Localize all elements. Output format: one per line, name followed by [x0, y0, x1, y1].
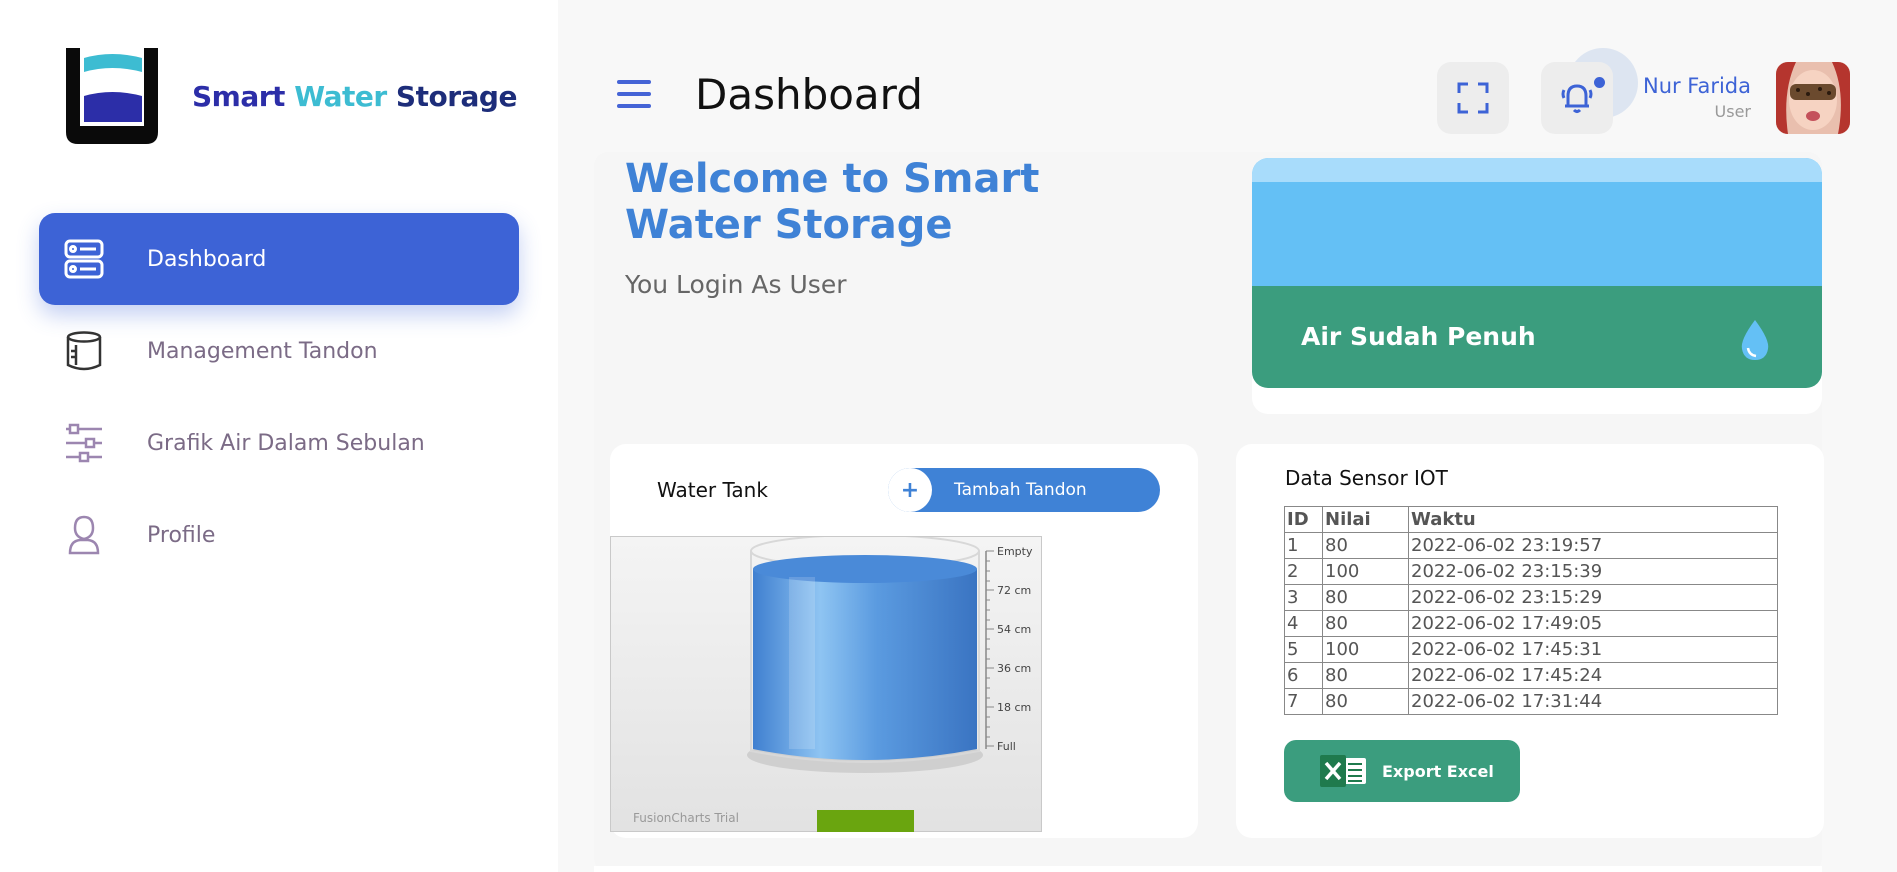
sidebar-item-label: Grafik Air Dalam Sebulan: [147, 430, 425, 456]
add-tank-button[interactable]: + Tambah Tandon: [888, 468, 1160, 512]
table-header-row: ID Nilai Waktu: [1284, 506, 1778, 533]
tank-scale-label: 54 cm: [997, 623, 1032, 636]
brand-logo-icon: [62, 46, 162, 146]
cell-id: 6: [1284, 662, 1323, 689]
sidebar-item-label: Management Tandon: [147, 338, 378, 364]
user-name[interactable]: Nur Farida: [1643, 74, 1751, 98]
page-title: Dashboard: [695, 70, 923, 119]
cell-nilai: 80: [1322, 688, 1409, 715]
export-excel-button[interactable]: Export Excel: [1284, 740, 1520, 802]
tank-scale-label: 18 cm: [997, 701, 1032, 714]
sidebar: Smart Water Storage Dashboard Management…: [0, 0, 558, 872]
table-row: 1 80 2022-06-02 23:19:57: [1284, 532, 1778, 559]
cell-nilai: 80: [1322, 532, 1409, 559]
tank-scale-label: 72 cm: [997, 584, 1032, 597]
column-header-nilai: Nilai: [1322, 506, 1409, 533]
table-row: 5 100 2022-06-02 17:45:31: [1284, 636, 1778, 663]
cell-waktu: 2022-06-02 17:49:05: [1408, 610, 1778, 637]
column-header-waktu: Waktu: [1408, 506, 1778, 533]
cylinder-icon: [59, 326, 109, 376]
bottom-card-edge: [594, 866, 1822, 872]
cell-waktu: 2022-06-02 23:15:39: [1408, 558, 1778, 585]
excel-icon: [1320, 755, 1368, 787]
sidebar-item-management-tandon[interactable]: Management Tandon: [39, 305, 519, 397]
bell-icon: [1561, 84, 1593, 113]
sensor-title: Data Sensor IOT: [1285, 466, 1448, 490]
water-surface: [1252, 158, 1822, 286]
column-header-id: ID: [1284, 506, 1323, 533]
tank-scale-label: Empty: [997, 545, 1033, 558]
cell-id: 3: [1284, 584, 1323, 611]
welcome-subtitle: You Login As User: [625, 270, 847, 299]
brand-word-water: Water: [294, 79, 387, 113]
brand-word-smart: Smart: [192, 79, 285, 113]
cell-nilai: 80: [1322, 662, 1409, 689]
sensor-table: ID Nilai Waktu 1 80 2022-06-02 23:19:57 …: [1284, 506, 1778, 715]
avatar[interactable]: [1776, 62, 1850, 134]
table-row: 3 80 2022-06-02 23:15:29: [1284, 584, 1778, 611]
cell-id: 4: [1284, 610, 1323, 637]
sidebar-item-profile[interactable]: Profile: [39, 489, 519, 581]
server-icon: [59, 234, 109, 284]
cell-nilai: 100: [1322, 636, 1409, 663]
tank-gauge-chart: Empty 72 cm 54 cm 36 cm 18 cm Full Fusio…: [610, 536, 1042, 832]
notification-dot: [1594, 77, 1605, 88]
table-row: 7 80 2022-06-02 17:31:44: [1284, 688, 1778, 715]
sidebar-item-dashboard[interactable]: Dashboard: [39, 213, 519, 305]
fullscreen-icon: [1457, 82, 1489, 114]
cell-id: 7: [1284, 688, 1323, 715]
water-status-card: Air Sudah Penuh: [1252, 158, 1822, 414]
fullscreen-button[interactable]: [1437, 62, 1509, 134]
cell-waktu: 2022-06-02 17:31:44: [1408, 688, 1778, 715]
table-row: 6 80 2022-06-02 17:45:24: [1284, 662, 1778, 689]
cell-waktu: 2022-06-02 17:45:31: [1408, 636, 1778, 663]
add-tank-label: Tambah Tandon: [954, 480, 1087, 500]
water-status-text: Air Sudah Penuh: [1301, 322, 1536, 351]
water-drop-icon: [1738, 318, 1772, 366]
cell-waktu: 2022-06-02 23:19:57: [1408, 532, 1778, 559]
welcome-title: Welcome to Smart Water Storage: [625, 156, 1040, 248]
plus-icon: +: [888, 468, 932, 512]
cell-waktu: 2022-06-02 17:45:24: [1408, 662, 1778, 689]
cell-waktu: 2022-06-02 23:15:29: [1408, 584, 1778, 611]
sliders-icon: [59, 418, 109, 468]
fusioncharts-watermark: FusionCharts Trial: [633, 811, 739, 825]
user-role: User: [1714, 102, 1751, 121]
export-excel-label: Export Excel: [1382, 761, 1494, 781]
water-status-bar: Air Sudah Penuh: [1252, 286, 1822, 388]
menu-toggle-icon[interactable]: [617, 80, 651, 108]
notification-button[interactable]: [1541, 62, 1613, 134]
cell-nilai: 80: [1322, 584, 1409, 611]
table-row: 4 80 2022-06-02 17:49:05: [1284, 610, 1778, 637]
brand-name: Smart Water Storage: [192, 80, 517, 113]
tank-scale-label: 36 cm: [997, 662, 1032, 675]
brand[interactable]: Smart Water Storage: [62, 46, 517, 146]
sidebar-item-grafik[interactable]: Grafik Air Dalam Sebulan: [39, 397, 519, 489]
table-row: 2 100 2022-06-02 23:15:39: [1284, 558, 1778, 585]
water-tank-card: Water Tank + Tambah Tandon Empty 72 cm 5…: [610, 444, 1198, 838]
sidebar-item-label: Dashboard: [147, 246, 267, 272]
cell-id: 5: [1284, 636, 1323, 663]
cell-nilai: 100: [1322, 558, 1409, 585]
watermark-bar: [817, 810, 914, 832]
water-tank-title: Water Tank: [657, 478, 768, 502]
tank-scale-label: Full: [997, 740, 1016, 753]
sidebar-item-label: Profile: [147, 522, 216, 548]
cell-id: 1: [1284, 532, 1323, 559]
cell-id: 2: [1284, 558, 1323, 585]
sidebar-nav: Dashboard Management Tandon Grafik Air D…: [39, 213, 519, 581]
brand-word-storage: Storage: [395, 79, 518, 113]
user-icon: [59, 510, 109, 560]
sensor-data-card: Data Sensor IOT ID Nilai Waktu 1 80 2022…: [1236, 444, 1824, 838]
cell-nilai: 80: [1322, 610, 1409, 637]
